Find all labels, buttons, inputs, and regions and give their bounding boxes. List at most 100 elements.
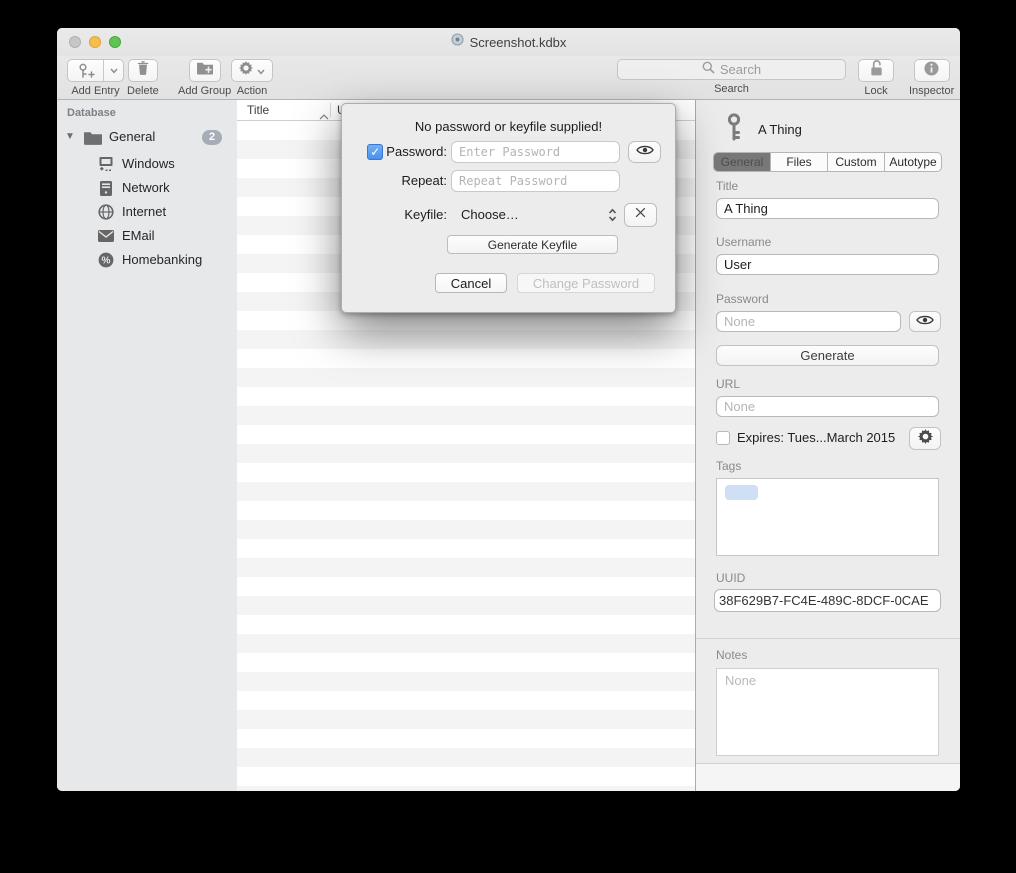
inspector-label: Inspector (909, 85, 954, 97)
globe-icon (97, 204, 114, 220)
uuid-label: UUID (716, 571, 745, 585)
enter-password-input[interactable] (451, 141, 620, 163)
gear-icon (918, 429, 933, 449)
entry-title: A Thing (758, 122, 802, 137)
sidebar: Database ▼ General 2 Windows (57, 100, 237, 791)
inspector-toggle-button[interactable] (914, 59, 950, 82)
tags-box[interactable] (716, 478, 939, 556)
lock-open-icon (869, 59, 884, 82)
screen: Screenshot.kdbx Add Entry (0, 0, 1016, 873)
search-toolbar-item: Search Search (617, 59, 846, 95)
server-icon (97, 180, 114, 196)
tag-pill[interactable] (725, 485, 758, 500)
close-button[interactable] (69, 36, 81, 48)
change-password-button[interactable]: Change Password (517, 273, 655, 293)
sidebar-item-windows[interactable]: Windows (57, 152, 237, 176)
lock-button[interactable] (858, 59, 894, 82)
column-divider[interactable] (330, 103, 331, 117)
entry-count-badge: 2 (202, 130, 222, 145)
uuid-field[interactable] (714, 589, 941, 612)
title-field[interactable] (716, 198, 939, 219)
inspector-panel: A Thing General Files Custom Autotype Ti… (695, 100, 960, 791)
sidebar-item-label: Homebanking (122, 252, 202, 267)
zoom-button[interactable] (109, 36, 121, 48)
key-plus-icon (68, 60, 104, 81)
add-entry-dropdown[interactable] (104, 60, 123, 81)
sidebar-item-homebanking[interactable]: % Homebanking (57, 248, 237, 272)
username-field[interactable] (716, 254, 939, 275)
lock-toolbar-item: Lock (858, 59, 894, 97)
sidebar-item-label: Windows (122, 156, 175, 171)
expires-settings-button[interactable] (909, 427, 941, 450)
column-header-title[interactable]: Title (247, 103, 269, 117)
svg-text:%: % (101, 256, 110, 267)
repeat-label: Repeat: (401, 173, 447, 188)
eye-icon (916, 313, 934, 331)
username-label: Username (716, 235, 771, 249)
sidebar-section-database: Database (67, 107, 116, 119)
show-password-button[interactable] (628, 141, 661, 163)
show-password-button[interactable] (909, 311, 941, 332)
traffic-lights (69, 36, 121, 48)
notes-label: Notes (716, 648, 747, 662)
search-input[interactable]: Search (617, 59, 846, 80)
sidebar-item-network[interactable]: Network (57, 176, 237, 200)
trash-icon (136, 60, 150, 81)
minimize-button[interactable] (89, 36, 101, 48)
add-entry-label: Add Entry (71, 85, 119, 97)
password-label: Password (716, 292, 769, 306)
search-placeholder: Search (720, 62, 761, 77)
keyfile-popup[interactable]: Choose… (447, 207, 618, 223)
lock-label: Lock (864, 85, 887, 97)
inspector-tabs: General Files Custom Autotype (713, 152, 942, 172)
chevron-down-icon (257, 62, 265, 80)
sidebar-item-internet[interactable]: Internet (57, 200, 237, 224)
expires-checkbox[interactable] (716, 431, 730, 445)
keyfile-label: Keyfile: (404, 207, 447, 222)
sidebar-item-general[interactable]: ▼ General 2 (57, 127, 237, 149)
delete-toolbar-item: Delete (127, 59, 159, 97)
repeat-password-input[interactable] (451, 170, 620, 192)
delete-button[interactable] (128, 59, 158, 82)
password-label: Password: (386, 144, 447, 159)
url-field[interactable] (716, 396, 939, 417)
generate-keyfile-button[interactable]: Generate Keyfile (447, 235, 618, 254)
inspector-toolbar-item: Inspector (909, 59, 954, 97)
add-group-toolbar-item: Add Group (178, 59, 231, 97)
cancel-button[interactable]: Cancel (435, 273, 507, 293)
expires-label: Expires: Tues...March 2015 (737, 430, 895, 445)
delete-label: Delete (127, 85, 159, 97)
tab-autotype[interactable]: Autotype (885, 153, 941, 171)
tab-custom[interactable]: Custom (828, 153, 885, 171)
key-icon (725, 113, 743, 146)
inspector-footer (696, 764, 960, 791)
password-checkbox[interactable]: ✓ (367, 144, 383, 160)
url-label: URL (716, 377, 740, 391)
sidebar-item-email[interactable]: EMail (57, 224, 237, 248)
toolbar: Add Entry Delete Add Group (57, 56, 960, 100)
search-label: Search (714, 83, 749, 95)
clear-keyfile-button[interactable] (624, 203, 657, 227)
popup-stepper-icon (607, 207, 618, 223)
add-group-label: Add Group (178, 85, 231, 97)
generate-password-button[interactable]: Generate (716, 345, 939, 366)
tab-files[interactable]: Files (771, 153, 828, 171)
disclosure-triangle-icon[interactable]: ▼ (65, 131, 75, 142)
password-field[interactable] (716, 311, 901, 332)
gear-icon (239, 61, 253, 80)
close-x-icon (634, 206, 647, 224)
action-button[interactable] (231, 59, 273, 82)
notes-field[interactable]: None (716, 668, 939, 756)
tags-label: Tags (716, 459, 741, 473)
action-label: Action (237, 85, 268, 97)
add-group-button[interactable] (189, 59, 221, 82)
sidebar-item-label: EMail (122, 228, 155, 243)
sidebar-item-label: Network (122, 180, 170, 195)
dialog-message: No password or keyfile supplied! (342, 119, 675, 134)
add-entry-toolbar-item: Add Entry (67, 59, 124, 97)
titlebar: Screenshot.kdbx (57, 28, 960, 56)
tab-general[interactable]: General (714, 153, 771, 171)
folder-icon (84, 131, 102, 150)
search-icon (702, 61, 715, 79)
add-entry-button[interactable] (67, 59, 124, 82)
